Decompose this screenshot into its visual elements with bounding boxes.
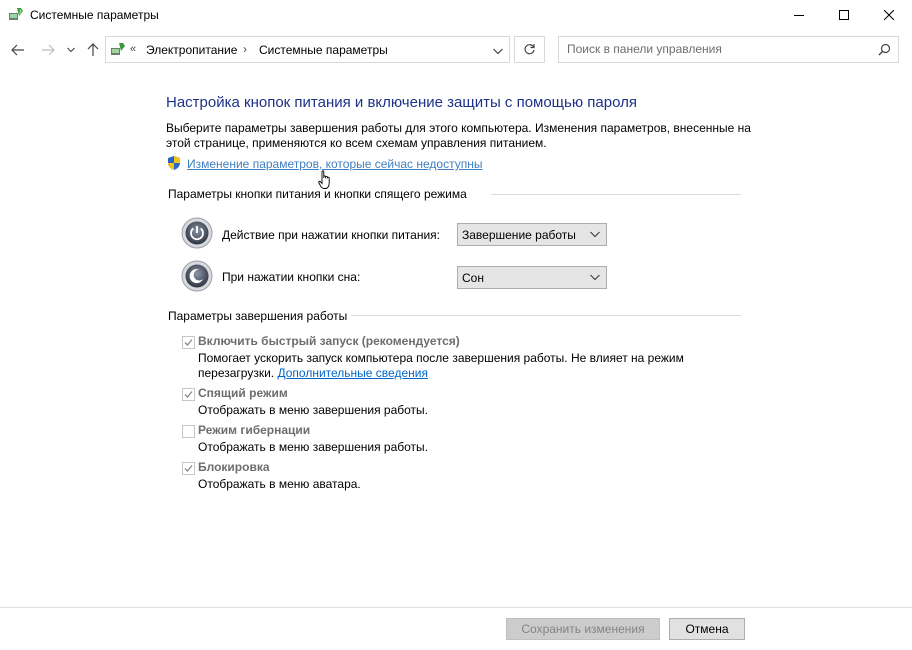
forward-button[interactable]: [38, 40, 58, 60]
breadcrumb-system-settings[interactable]: Системные параметры: [259, 43, 388, 57]
footer-divider: [0, 607, 912, 608]
minimize-button[interactable]: [776, 0, 822, 30]
change-unavailable-settings-link[interactable]: Изменение параметров, которые сейчас нед…: [187, 157, 483, 171]
fast-startup-label: Включить быстрый запуск (рекомендуется): [198, 334, 460, 348]
power-button-action-value: Завершение работы: [462, 228, 576, 242]
chevron-down-icon: [67, 47, 75, 53]
up-button[interactable]: [83, 40, 103, 60]
refresh-button[interactable]: [514, 36, 545, 63]
lock-label: Блокировка: [198, 460, 270, 474]
page-title: Настройка кнопок питания и включение защ…: [166, 94, 637, 111]
hibernate-checkbox[interactable]: [182, 425, 195, 438]
back-button[interactable]: [8, 40, 28, 60]
breadcrumb-separator[interactable]: ›: [243, 42, 247, 56]
window-title: Системные параметры: [30, 8, 159, 22]
lock-checkbox[interactable]: [182, 462, 195, 475]
arrow-left-icon: [11, 44, 24, 56]
search-icon[interactable]: [878, 43, 891, 59]
checkmark-icon: [184, 465, 193, 472]
sleep-button-action-select[interactable]: Сон: [457, 266, 607, 289]
fast-startup-description-text: Помогает ускорить запуск компьютера посл…: [198, 351, 684, 380]
close-button[interactable]: [866, 0, 912, 30]
chevron-down-icon: [590, 231, 600, 238]
power-button-icon: [181, 217, 213, 249]
breadcrumb-overflow[interactable]: «: [130, 43, 136, 55]
sleep-button-action-value: Сон: [462, 271, 484, 285]
hibernate-label: Режим гибернации: [198, 423, 311, 437]
navigation-bar: « Электропитание › Системные параметры: [0, 35, 912, 65]
recent-locations-button[interactable]: [64, 40, 78, 60]
search-box[interactable]: [558, 36, 899, 63]
fast-startup-description: Помогает ускорить запуск компьютера посл…: [198, 351, 718, 381]
section-divider: [491, 194, 741, 195]
sleep-description: Отображать в меню завершения работы.: [198, 403, 429, 417]
shutdown-settings-section-heading: Параметры завершения работы: [168, 309, 348, 323]
minimize-icon: [794, 15, 804, 16]
fast-startup-checkbox[interactable]: [182, 336, 195, 349]
power-options-app-icon: [8, 7, 24, 23]
chevron-down-icon: [590, 274, 600, 281]
refresh-icon: [524, 44, 535, 55]
more-info-link[interactable]: Дополнительные сведения: [277, 366, 427, 380]
sleep-label: Спящий режим: [198, 386, 288, 400]
checkmark-icon: [184, 391, 193, 398]
power-buttons-section-heading: Параметры кнопки питания и кнопки спящег…: [168, 187, 467, 201]
address-dropdown-button[interactable]: [493, 44, 503, 58]
cancel-button[interactable]: Отмена: [669, 618, 745, 640]
sleep-button-action-label: При нажатии кнопки сна:: [222, 270, 361, 284]
checkmark-icon: [184, 339, 193, 346]
arrow-right-icon: [42, 44, 55, 56]
section-divider: [351, 315, 741, 316]
arrow-up-icon: [87, 43, 99, 56]
power-button-action-select[interactable]: Завершение работы: [457, 223, 607, 246]
lock-description: Отображать в меню аватара.: [198, 477, 361, 491]
search-input[interactable]: [567, 42, 867, 56]
sleep-button-icon: [181, 260, 213, 292]
breadcrumb-power-options[interactable]: Электропитание: [146, 43, 237, 57]
sleep-checkbox[interactable]: [182, 388, 195, 401]
control-panel-icon: [110, 42, 126, 58]
chevron-down-icon: [493, 48, 503, 55]
maximize-icon: [839, 10, 849, 20]
hibernate-description: Отображать в меню завершения работы.: [198, 440, 429, 454]
address-bar[interactable]: « Электропитание › Системные параметры: [105, 36, 510, 63]
save-changes-button[interactable]: Сохранить изменения: [506, 618, 660, 640]
title-bar: Системные параметры: [0, 0, 912, 30]
page-description: Выберите параметры завершения работы для…: [166, 121, 751, 150]
close-icon: [884, 10, 894, 20]
power-button-action-label: Действие при нажатии кнопки питания:: [222, 228, 441, 242]
uac-shield-icon: [166, 155, 182, 171]
maximize-button[interactable]: [821, 0, 867, 30]
